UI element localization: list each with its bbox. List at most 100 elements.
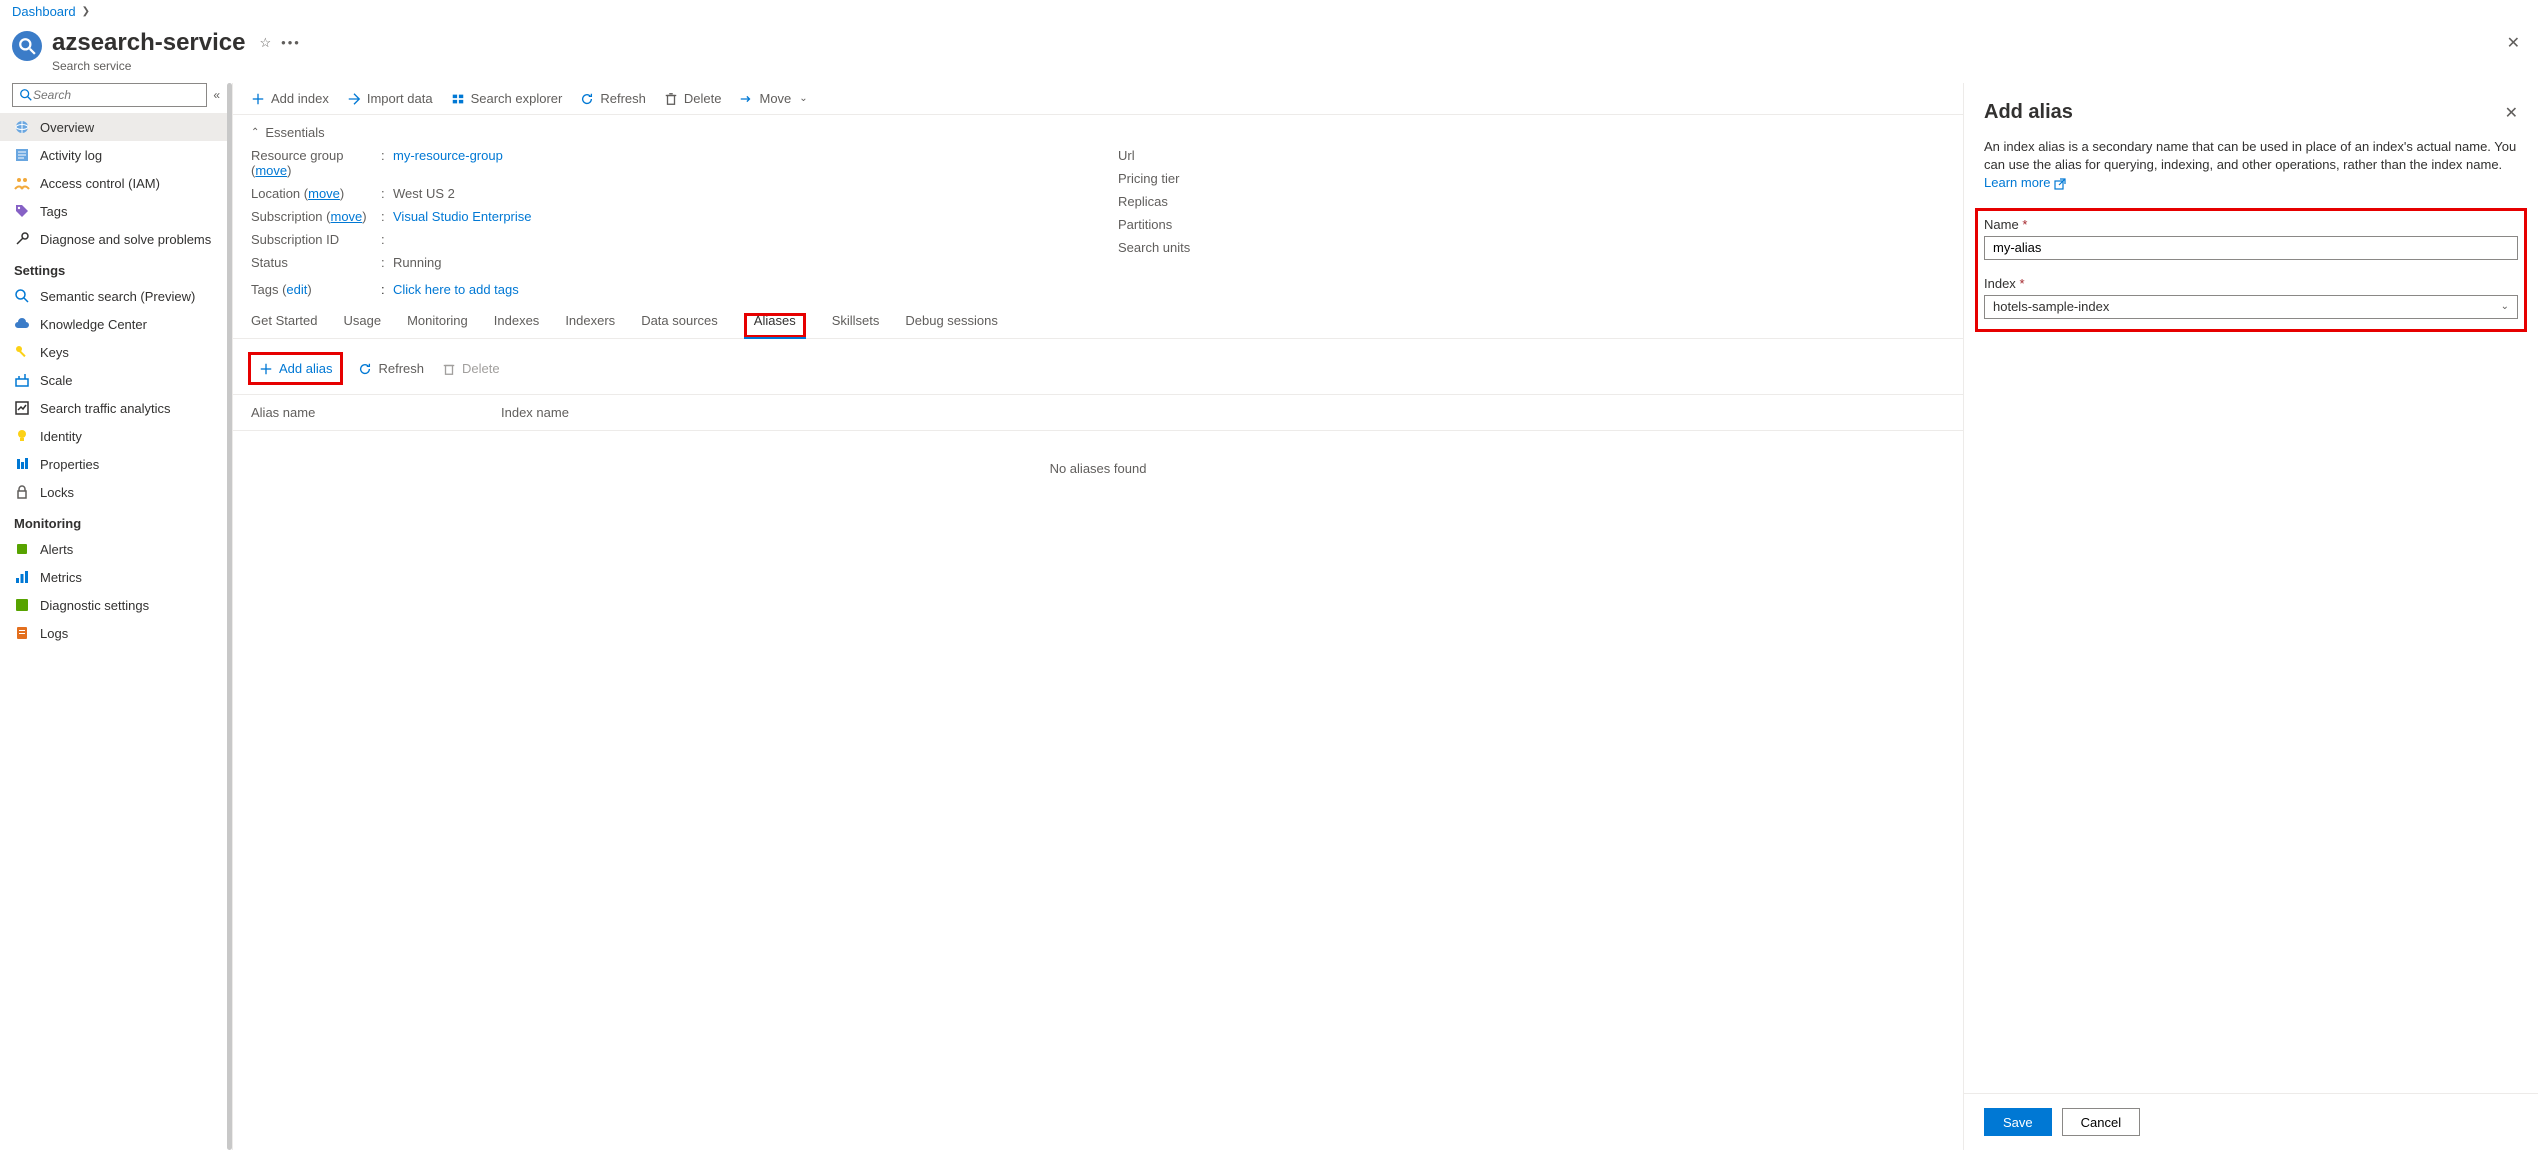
sidebar-item-label: Knowledge Center	[40, 317, 147, 332]
refresh-button[interactable]: Refresh	[580, 91, 646, 106]
move-button[interactable]: Move⌄	[739, 91, 807, 106]
tab-usage[interactable]: Usage	[343, 313, 381, 338]
move-location-link[interactable]: move	[308, 186, 340, 201]
cancel-button[interactable]: Cancel	[2062, 1108, 2140, 1136]
add-alias-panel: Add alias ✕ An index alias is a secondar…	[1963, 83, 2538, 1150]
diag-icon	[14, 597, 30, 613]
people-icon	[14, 175, 30, 191]
sidebar-item-label: Keys	[40, 345, 69, 360]
chevron-right-icon: ❯	[82, 6, 90, 17]
external-link-icon	[2054, 178, 2066, 190]
panel-description: An index alias is a secondary name that …	[1964, 134, 2538, 207]
search-icon	[19, 88, 33, 102]
sidebar-item-properties[interactable]: Properties	[0, 450, 232, 478]
sidebar-item-metrics[interactable]: Metrics	[0, 563, 232, 591]
panel-title: Add alias	[1984, 101, 2505, 124]
sidebar-item-label: Semantic search (Preview)	[40, 289, 195, 304]
close-panel-icon[interactable]: ✕	[2505, 103, 2518, 123]
sidebar-item-logs[interactable]: Logs	[0, 619, 232, 647]
collapse-sidebar-icon[interactable]: «	[213, 88, 220, 102]
search-icon	[14, 288, 30, 304]
empty-state: No aliases found	[233, 431, 1963, 476]
import-data-button[interactable]: Import data	[347, 91, 433, 106]
resource-header: azsearch-service Search service ☆ ••• ✕	[0, 23, 2538, 83]
sidebar-item-label: Locks	[40, 485, 74, 500]
tab-monitoring[interactable]: Monitoring	[407, 313, 468, 338]
sidebar-item-label: Properties	[40, 457, 99, 472]
alert-icon	[14, 541, 30, 557]
sidebar-item-keys[interactable]: Keys	[0, 338, 232, 366]
sidebar-item-alerts[interactable]: Alerts	[0, 535, 232, 563]
chevron-down-icon: ⌄	[799, 93, 807, 104]
highlighted-fields: Name * Index * hotels-sample-index ⌄	[1978, 211, 2524, 329]
sidebar-item-knowledge-center[interactable]: Knowledge Center	[0, 310, 232, 338]
tab-get-started[interactable]: Get Started	[251, 313, 317, 338]
sidebar-section-monitoring: Monitoring	[0, 506, 232, 535]
sidebar-item-label: Activity log	[40, 148, 102, 163]
sidebar-item-activity-log[interactable]: Activity log	[0, 141, 232, 169]
sidebar-item-label: Access control (IAM)	[40, 176, 160, 191]
edit-tags-link: edit	[286, 282, 307, 297]
essentials-toggle[interactable]: ⌃ Essentials	[233, 115, 1963, 144]
sidebar-section-settings: Settings	[0, 253, 232, 282]
sidebar-item-label: Scale	[40, 373, 73, 388]
delete-button[interactable]: Delete	[664, 91, 722, 106]
search-service-icon	[12, 31, 42, 61]
sidebar-item-diagnose-and-solve-problems[interactable]: Diagnose and solve problems	[0, 225, 232, 253]
essentials: Resource group (move):my-resource-group …	[233, 144, 1963, 272]
sidebar-search[interactable]	[12, 83, 207, 107]
sidebar-item-label: Diagnose and solve problems	[40, 232, 211, 247]
alias-toolbar: Add alias Refresh Delete	[233, 339, 1963, 394]
sidebar-item-access-control-iam-[interactable]: Access control (IAM)	[0, 169, 232, 197]
chevron-down-icon: ⌄	[2501, 301, 2509, 312]
sidebar-item-label: Search traffic analytics	[40, 401, 171, 416]
command-bar: Add index Import data Search explorer Re…	[233, 83, 1963, 115]
tab-data-sources[interactable]: Data sources	[641, 313, 718, 338]
subscription-link[interactable]: Visual Studio Enterprise	[393, 209, 532, 224]
sidebar-search-input[interactable]	[33, 88, 200, 102]
tab-skillsets[interactable]: Skillsets	[832, 313, 880, 338]
sidebar-item-search-traffic-analytics[interactable]: Search traffic analytics	[0, 394, 232, 422]
tab-indexers[interactable]: Indexers	[565, 313, 615, 338]
chevron-up-icon: ⌃	[251, 127, 259, 138]
props-icon	[14, 456, 30, 472]
wrench-icon	[14, 231, 30, 247]
sidebar-item-label: Metrics	[40, 570, 82, 585]
resource-group-link[interactable]: my-resource-group	[393, 148, 503, 163]
sidebar-item-overview[interactable]: Overview	[0, 113, 232, 141]
sidebar-item-label: Diagnostic settings	[40, 598, 149, 613]
add-alias-button[interactable]: Add alias	[259, 361, 332, 376]
move-resource-group-link[interactable]: move	[255, 163, 287, 178]
sidebar-item-tags[interactable]: Tags	[0, 197, 232, 225]
sidebar-item-diagnostic-settings[interactable]: Diagnostic settings	[0, 591, 232, 619]
favorite-star-icon[interactable]: ☆	[259, 35, 271, 51]
sidebar-item-locks[interactable]: Locks	[0, 478, 232, 506]
tab-debug-sessions[interactable]: Debug sessions	[905, 313, 998, 338]
index-select[interactable]: hotels-sample-index ⌄	[1984, 295, 2518, 319]
bulb-icon	[14, 428, 30, 444]
resource-title: azsearch-service	[52, 29, 245, 57]
sidebar-item-scale[interactable]: Scale	[0, 366, 232, 394]
add-tags-link[interactable]: Click here to add tags	[393, 282, 1945, 297]
more-menu-icon[interactable]: •••	[281, 35, 301, 50]
metrics-icon	[14, 569, 30, 585]
index-label: Index *	[1984, 276, 2518, 291]
log-icon	[14, 147, 30, 163]
tab-indexes[interactable]: Indexes	[494, 313, 540, 338]
alias-refresh-button[interactable]: Refresh	[358, 361, 424, 376]
col-alias-name: Alias name	[251, 405, 501, 420]
sidebar-item-semantic-search-preview-[interactable]: Semantic search (Preview)	[0, 282, 232, 310]
close-blade-icon[interactable]: ✕	[2507, 33, 2520, 53]
alias-name-input[interactable]	[1984, 236, 2518, 260]
sidebar-item-label: Identity	[40, 429, 82, 444]
add-index-button[interactable]: Add index	[251, 91, 329, 106]
save-button[interactable]: Save	[1984, 1108, 2052, 1136]
alias-delete-button: Delete	[442, 361, 500, 376]
sidebar-item-identity[interactable]: Identity	[0, 422, 232, 450]
key-icon	[14, 344, 30, 360]
tab-aliases[interactable]: Aliases	[744, 313, 806, 338]
breadcrumb-dashboard[interactable]: Dashboard	[12, 4, 76, 19]
learn-more-link[interactable]: Learn more	[1984, 175, 2066, 190]
search-explorer-button[interactable]: Search explorer	[451, 91, 563, 106]
move-subscription-link[interactable]: move	[331, 209, 363, 224]
